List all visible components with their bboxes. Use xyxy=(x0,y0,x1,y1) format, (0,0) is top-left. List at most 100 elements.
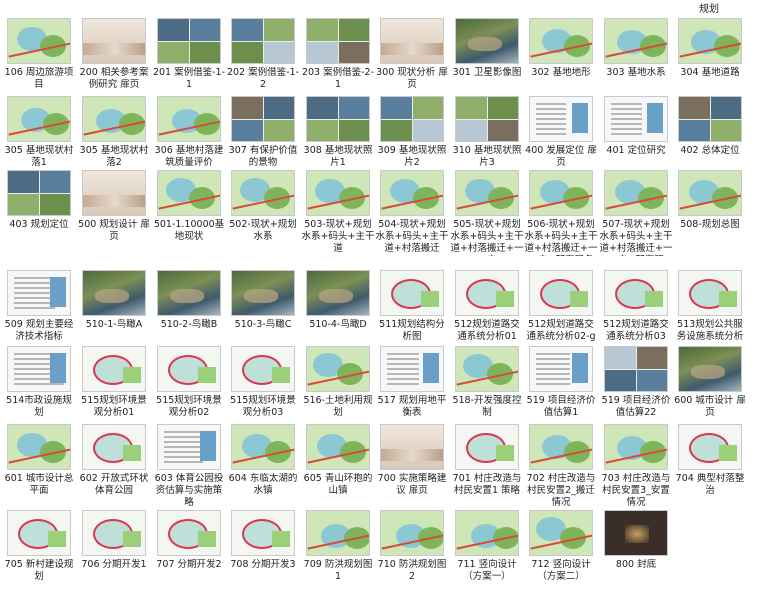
file-thumbnail-item[interactable]: 710 防洪规划图2 xyxy=(375,510,449,596)
file-thumbnail-item[interactable]: 301 卫星影像图 xyxy=(450,18,524,104)
file-name-label: 308 基地现状照片1 xyxy=(303,145,373,168)
file-thumbnail-item[interactable]: 513规划公共服务设施系统分析 xyxy=(673,270,747,356)
file-thumbnail-item[interactable]: 106 周边旅游项目 xyxy=(2,18,76,104)
file-thumbnail-item[interactable]: 403 规划定位 xyxy=(2,170,76,256)
thumbnail-image xyxy=(380,346,444,392)
file-thumbnail-item[interactable]: 514市政设施规划 xyxy=(2,346,76,432)
thumbnail-image xyxy=(306,270,370,316)
file-thumbnail-item[interactable]: 500 规划设计 扉页 xyxy=(77,170,151,256)
file-thumbnail-item[interactable]: 203 案例借鉴-2-1 xyxy=(301,18,375,104)
thumbnail-image xyxy=(7,270,71,316)
file-name-label: 106 周边旅游项目 xyxy=(4,67,74,90)
file-thumbnail-item[interactable]: 502-现状+规划水系 xyxy=(226,170,300,256)
file-name-label: 303 基地水系 xyxy=(606,67,666,78)
file-thumbnail-item[interactable]: 507-现状+规划水系+码头+主干道+村落搬迁+一二产+配套服务... xyxy=(599,170,673,256)
thumbnail-image xyxy=(380,96,444,142)
file-thumbnail-item[interactable]: 701 村庄改造与村民安置1 策略 xyxy=(450,424,524,510)
file-name-label: 512规划道路交通系统分析03 xyxy=(603,319,669,342)
thumbnail-image xyxy=(455,96,519,142)
file-thumbnail-item[interactable]: 600 城市设计 扉页 xyxy=(673,346,747,432)
file-thumbnail-item[interactable]: 605 青山环抱的山镇 xyxy=(301,424,375,510)
file-thumbnail-item[interactable]: 515规划环境景观分析02 xyxy=(152,346,226,432)
file-name-label: 203 案例借鉴-2-1 xyxy=(301,67,375,90)
file-thumbnail-item[interactable]: 510-2-鸟瞰B xyxy=(152,270,226,356)
file-thumbnail-item[interactable]: 201 案例借鉴-1-1 xyxy=(152,18,226,104)
file-thumbnail-item[interactable]: 303 基地水系 xyxy=(599,18,673,104)
file-thumbnail-item[interactable]: 711 竖向设计（方案一） xyxy=(450,510,524,596)
file-thumbnail-item[interactable]: 709 防洪规划图1 xyxy=(301,510,375,596)
file-thumbnail-item[interactable]: 517 规划用地平衡表 xyxy=(375,346,449,432)
file-thumbnail-item[interactable]: 503-现状+规划水系+码头+主干道 xyxy=(301,170,375,256)
file-thumbnail-item[interactable]: 508-规划总图 xyxy=(673,170,747,256)
file-name-label: 511规划结构分析图 xyxy=(379,319,445,342)
file-name-label: 200 相关参考案例研究 扉页 xyxy=(79,67,149,90)
file-thumbnail-item[interactable]: 302 基地地形 xyxy=(524,18,598,104)
file-thumbnail-item[interactable]: 510-1-鸟瞰A xyxy=(77,270,151,356)
file-name-label: 519 项目经济价值估算1 xyxy=(526,395,596,418)
file-thumbnail-item[interactable]: 800 封底 xyxy=(599,510,673,596)
file-thumbnail-item[interactable]: 702 村庄改造与村民安置2_搬迁情况 xyxy=(524,424,598,510)
thumbnail-image xyxy=(678,18,742,64)
file-name-label: 710 防洪规划图2 xyxy=(377,559,447,582)
file-thumbnail-item[interactable]: 511规划结构分析图 xyxy=(375,270,449,356)
file-name-label: 604 东临太湖的水镇 xyxy=(228,473,298,496)
file-thumbnail-item[interactable]: 512规划道路交通系统分析03 xyxy=(599,270,673,356)
file-thumbnail-item[interactable]: 519 项目经济价值估算1 xyxy=(524,346,598,432)
file-thumbnail-item[interactable]: 705 新村建设规划 xyxy=(2,510,76,596)
file-thumbnail-item[interactable]: 519 项目经济价值估算22 xyxy=(599,346,673,432)
thumbnail-image xyxy=(157,424,221,470)
thumbnail-image xyxy=(529,18,593,64)
file-thumbnail-item[interactable]: 706 分期开发1 xyxy=(77,510,151,596)
file-name-label: 510-1-鸟瞰A xyxy=(85,319,143,330)
file-name-label: 202 案例借鉴-1-2 xyxy=(226,67,300,90)
thumbnail-image xyxy=(455,170,519,216)
thumbnail-image xyxy=(529,346,593,392)
thumbnail-image xyxy=(604,346,668,392)
thumbnail-image xyxy=(231,270,295,316)
file-thumbnail-item[interactable]: 200 相关参考案例研究 扉页 xyxy=(77,18,151,104)
thumbnail-image xyxy=(82,18,146,64)
file-thumbnail-item[interactable]: 704 典型村落整治 xyxy=(673,424,747,510)
file-thumbnail-item[interactable]: 518-开发强度控制 xyxy=(450,346,524,432)
thumbnail-image xyxy=(380,510,444,556)
file-thumbnail-item[interactable]: 700 实施策略建议 扉页 xyxy=(375,424,449,510)
file-thumbnail-item[interactable]: 510-4-鸟瞰D xyxy=(301,270,375,356)
file-thumbnail-item[interactable]: 516-土地利用规划 xyxy=(301,346,375,432)
file-thumbnail-item[interactable]: 601 城市设计总平面 xyxy=(2,424,76,510)
thumbnail-image xyxy=(231,96,295,142)
file-thumbnail-item[interactable]: 708 分期开发3 xyxy=(226,510,300,596)
file-thumbnail-item[interactable]: 604 东临太湖的水镇 xyxy=(226,424,300,510)
file-name-label: 506-现状+规划水系+码头+主干道+村落搬迁+一二产+配套服务 xyxy=(524,219,598,256)
file-name-label: 711 竖向设计（方案一） xyxy=(457,559,517,582)
file-thumbnail-item[interactable]: 703 村庄改造与村民安置3_安置情况 xyxy=(599,424,673,510)
file-thumbnail-item[interactable]: 501-1.10000基地现状 xyxy=(152,170,226,256)
file-thumbnail-item[interactable]: 712 竖向设计（方案二） xyxy=(524,510,598,596)
file-thumbnail-item[interactable]: 512规划道路交通系统分析02-g xyxy=(524,270,598,356)
file-thumbnail-item[interactable]: 515规划环境景观分析01 xyxy=(77,346,151,432)
file-name-label: 400 发展定位 扉页 xyxy=(525,145,597,168)
file-thumbnail-item[interactable]: 509 规划主要经济技术指标 xyxy=(2,270,76,356)
file-name-label: 703 村庄改造与村民安置3_安置情况 xyxy=(601,473,671,508)
file-thumbnail-item[interactable]: 515规划环境景观分析03 xyxy=(226,346,300,432)
file-thumbnail-item[interactable]: 510-3-鸟瞰C xyxy=(226,270,300,356)
file-thumbnail-item[interactable]: 504-现状+规划水系+码头+主干道+村落搬迁 xyxy=(375,170,449,256)
file-thumbnail-item[interactable]: 602 开放式环状体育公园 xyxy=(77,424,151,510)
thumbnail-image xyxy=(231,346,295,392)
file-name-label: 708 分期开发3 xyxy=(230,559,296,570)
thumbnail-image xyxy=(380,424,444,470)
file-thumbnail-item[interactable]: 300 现状分析 扉页 xyxy=(375,18,449,104)
thumbnail-image xyxy=(7,96,71,142)
file-thumbnail-item[interactable]: 506-现状+规划水系+码头+主干道+村落搬迁+一二产+配套服务 xyxy=(524,170,598,256)
thumbnail-image xyxy=(678,170,742,216)
file-thumbnail-item[interactable]: 512规划道路交通系统分析01 xyxy=(450,270,524,356)
file-thumbnail-item[interactable]: 304 基地道路 xyxy=(673,18,747,104)
file-thumbnail-item[interactable]: 707 分期开发2 xyxy=(152,510,226,596)
thumbnail-image xyxy=(157,270,221,316)
file-name-label: 509 规划主要经济技术指标 xyxy=(4,319,74,342)
thumbnail-image xyxy=(7,170,71,216)
file-name-label: 503-现状+规划水系+码头+主干道 xyxy=(301,219,375,254)
file-thumbnail-item[interactable]: 202 案例借鉴-1-2 xyxy=(226,18,300,104)
file-thumbnail-item[interactable]: 603 体育公园投资估算与实施策略 xyxy=(152,424,226,510)
file-thumbnail-item[interactable]: 505-现状+规划水系+码头+主干道+村落搬迁+一二产 xyxy=(450,170,524,256)
file-name-label: 510-2-鸟瞰B xyxy=(160,319,218,330)
